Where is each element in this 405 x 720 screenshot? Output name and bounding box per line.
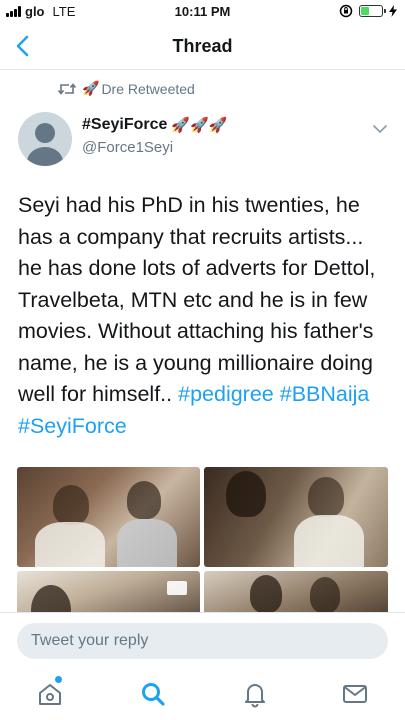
bell-icon[interactable]	[241, 680, 269, 708]
tweet-photo[interactable]	[17, 467, 200, 567]
tweet-photo[interactable]	[204, 467, 388, 567]
hashtag-link[interactable]: #BBNaija	[280, 382, 370, 406]
reply-bar: Tweet your reply	[0, 612, 405, 666]
display-name: #SeyiForce	[82, 116, 168, 133]
home-icon[interactable]	[36, 680, 64, 708]
avatar-body	[27, 147, 63, 166]
charging-icon	[389, 5, 397, 17]
hashtag-link[interactable]: #SeyiForce	[18, 414, 127, 438]
chevron-down-icon[interactable]	[371, 120, 389, 138]
avatar[interactable]	[18, 112, 72, 166]
mail-icon[interactable]	[341, 680, 369, 708]
tweet-photo[interactable]	[204, 571, 388, 617]
status-right	[339, 4, 397, 18]
tab-bar	[0, 666, 405, 720]
battery-icon	[359, 5, 386, 17]
avatar-head	[35, 123, 55, 143]
orientation-lock-icon	[339, 4, 353, 18]
status-bar: glo LTE 10:11 PM	[0, 0, 405, 24]
tweet-text: Seyi had his PhD in his twenties, he has…	[18, 190, 390, 442]
author-name-row[interactable]: #SeyiForce 🚀🚀🚀	[82, 116, 227, 134]
retweet-icon	[58, 82, 76, 95]
rocket-emoji: 🚀	[82, 80, 100, 96]
navigation-bar: Thread	[0, 24, 405, 70]
rocket-emojis: 🚀🚀🚀	[171, 117, 228, 134]
hashtag-link[interactable]: #pedigree	[178, 382, 274, 406]
tweet-photo[interactable]	[17, 571, 200, 617]
page-title: Thread	[172, 36, 233, 56]
search-icon[interactable]	[139, 680, 167, 708]
retweeted-by-label: Dre Retweeted	[101, 80, 195, 97]
retweet-indicator[interactable]: 🚀 Dre Retweeted	[58, 80, 195, 97]
reply-input[interactable]: Tweet your reply	[17, 623, 388, 659]
notification-dot	[55, 676, 62, 683]
tweet-body: Seyi had his PhD in his twenties, he has…	[18, 193, 376, 406]
tweet-photo-grid	[17, 467, 388, 617]
user-handle[interactable]: @Force1Seyi	[82, 139, 173, 156]
